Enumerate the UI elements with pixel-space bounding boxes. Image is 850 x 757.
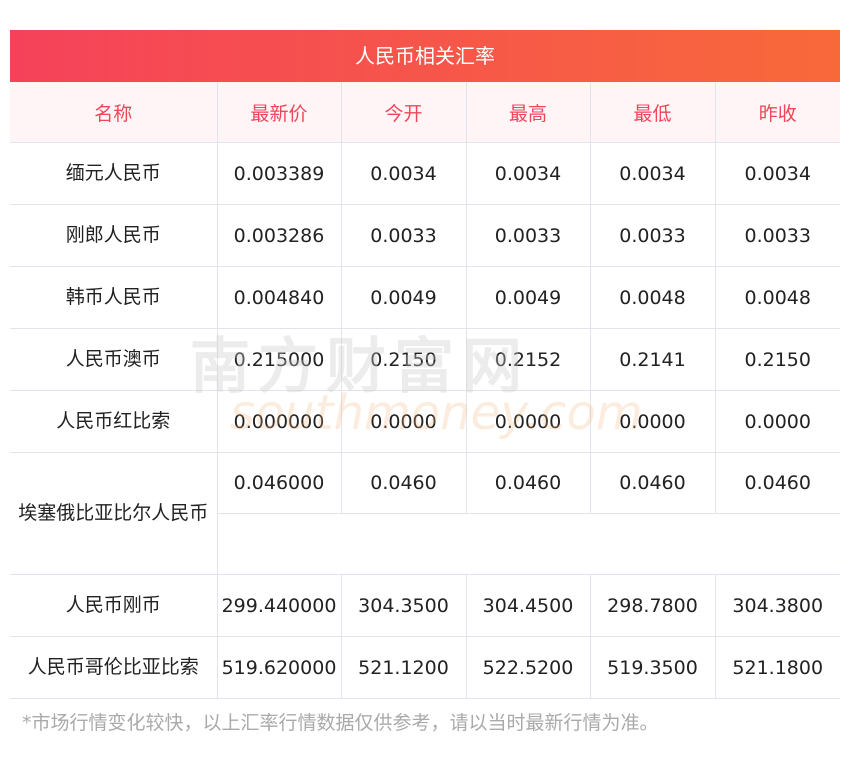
cell-low: 0.0460 (589, 452, 715, 514)
cell-latest: 0.003286 (216, 204, 341, 267)
cell-open: 0.0034 (340, 142, 466, 205)
cell-high: 0.0460 (465, 452, 590, 514)
cell-low: 0.0000 (589, 390, 715, 453)
cell-prev-close: 0.2150 (714, 328, 840, 391)
cell-open: 0.2150 (340, 328, 466, 391)
header-prev-close: 昨收 (714, 82, 840, 143)
table-row: 人民币澳币 0.215000 0.2150 0.2152 0.2141 0.2150 (10, 328, 840, 391)
cell-name: 人民币澳币 (10, 328, 217, 391)
cell-high: 522.5200 (465, 636, 590, 699)
cell-name: 人民币刚币 (10, 574, 217, 637)
cell-prev-close: 0.0000 (714, 390, 840, 453)
cell-high: 0.2152 (465, 328, 590, 391)
cell-prev-close: 304.3800 (714, 574, 840, 637)
cell-latest: 0.215000 (216, 328, 341, 391)
cell-name: 韩币人民币 (10, 266, 217, 329)
cell-open: 521.1200 (340, 636, 466, 699)
table-row: 韩币人民币 0.004840 0.0049 0.0049 0.0048 0.0048 (10, 266, 840, 329)
rate-table: 名称 最新价 今开 最高 最低 昨收 缅元人民币 0.003389 0.0034 0.… (10, 82, 840, 699)
table-row: 人民币红比索 0.000000 0.0000 0.0000 0.0000 0.0000 (10, 390, 840, 453)
cell-low: 519.3500 (589, 636, 715, 699)
header-latest: 最新价 (216, 82, 341, 143)
header-open: 今开 (340, 82, 466, 143)
cell-prev-close: 0.0033 (714, 204, 840, 267)
cell-open: 304.3500 (340, 574, 466, 637)
cell-latest: 0.003389 (216, 142, 341, 205)
table-row: 缅元人民币 0.003389 0.0034 0.0034 0.0034 0.0034 (10, 142, 840, 205)
cell-low: 0.2141 (589, 328, 715, 391)
cell-name: 人民币红比索 (10, 390, 217, 453)
header-high: 最高 (465, 82, 590, 143)
cell-low: 298.7800 (589, 574, 715, 637)
header-low: 最低 (589, 82, 715, 143)
cell-name: 埃塞俄比亚比尔人民币 (10, 452, 217, 575)
cell-low: 0.0034 (589, 142, 715, 205)
cell-prev-close: 521.1800 (714, 636, 840, 699)
blank-cell (216, 513, 840, 575)
cell-prev-close: 0.0460 (714, 452, 840, 514)
cell-prev-close: 0.0034 (714, 142, 840, 205)
disclaimer-note: *市场行情变化较快，以上汇率行情数据仅供参考，请以当时最新行情为准。 (22, 712, 659, 734)
cell-open: 0.0049 (340, 266, 466, 329)
cell-name: 刚郎人民币 (10, 204, 217, 267)
table-row: 人民币哥伦比亚比索 519.620000 521.1200 522.5200 519.3… (10, 636, 840, 699)
cell-low: 0.0048 (589, 266, 715, 329)
cell-open: 0.0033 (340, 204, 466, 267)
cell-latest: 0.004840 (216, 266, 341, 329)
table-row: 埃塞俄比亚比尔人民币 0.046000 0.0460 0.0460 0.0460 0.04… (10, 452, 840, 575)
cell-name: 人民币哥伦比亚比索 (10, 636, 217, 699)
cell-latest: 519.620000 (216, 636, 341, 699)
cell-latest: 299.440000 (216, 574, 341, 637)
table-row: 刚郎人民币 0.003286 0.0033 0.0033 0.0033 0.0033 (10, 204, 840, 267)
header-row: 名称 最新价 今开 最高 最低 昨收 (10, 82, 840, 143)
cell-high: 0.0033 (465, 204, 590, 267)
cell-name: 缅元人民币 (10, 142, 217, 205)
cell-low: 0.0033 (589, 204, 715, 267)
cell-high: 0.0034 (465, 142, 590, 205)
table-title: 人民币相关汇率 (10, 30, 840, 82)
cell-high: 0.0000 (465, 390, 590, 453)
cell-high: 304.4500 (465, 574, 590, 637)
cell-latest: 0.000000 (216, 390, 341, 453)
cell-prev-close: 0.0048 (714, 266, 840, 329)
rate-table-panel: 人民币相关汇率 名称 最新价 今开 最高 最低 昨收 缅元人民币 0.003389… (10, 30, 840, 699)
table-row: 人民币刚币 299.440000 304.3500 304.4500 298.7800 3… (10, 574, 840, 637)
cell-latest: 0.046000 (216, 452, 341, 514)
cell-open: 0.0460 (340, 452, 466, 514)
cell-open: 0.0000 (340, 390, 466, 453)
cell-high: 0.0049 (465, 266, 590, 329)
header-name: 名称 (10, 82, 217, 143)
